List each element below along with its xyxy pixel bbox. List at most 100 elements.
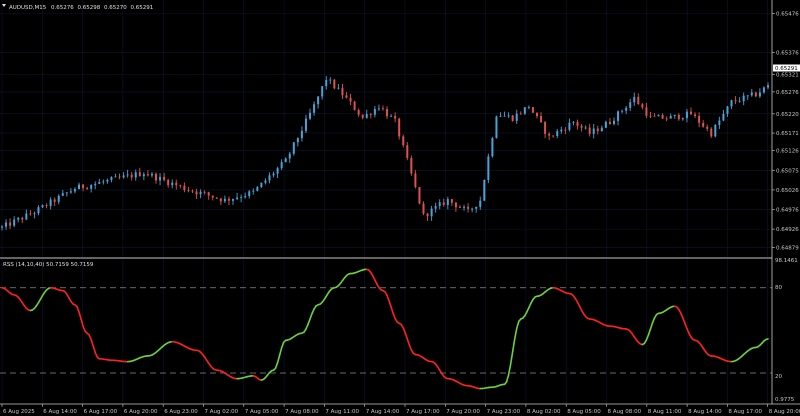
candle-body — [155, 173, 158, 181]
candle-body — [390, 116, 393, 117]
candle-body — [175, 182, 178, 186]
time-tick-label: 7 Aug 17:00 — [406, 409, 440, 415]
candle-body — [94, 183, 97, 186]
candle-body — [337, 87, 340, 89]
candle-body — [556, 131, 559, 137]
rss-level-upper-label: 80 — [775, 285, 782, 291]
candle-body — [146, 174, 149, 176]
candle-body — [730, 100, 733, 107]
candle-body — [483, 180, 486, 201]
candle-body — [106, 179, 109, 182]
candle-body — [304, 118, 307, 131]
candle-body — [134, 172, 137, 178]
candle-body — [681, 118, 684, 120]
candle-body — [491, 138, 494, 157]
candle-body — [576, 121, 579, 126]
candle-body — [345, 95, 348, 98]
time-tick-label: 6 Aug 20:00 — [124, 409, 158, 415]
candle-body — [57, 195, 60, 202]
rss-bottom-value: 0.9775 — [775, 397, 795, 403]
time-tick-label: 8 Aug 02:00 — [527, 409, 561, 415]
candle-body — [211, 195, 214, 198]
candle-body — [272, 173, 275, 176]
candle-body — [503, 115, 506, 117]
candle-body — [750, 92, 753, 96]
candle-body — [248, 191, 251, 197]
candle-body — [742, 95, 745, 102]
background — [0, 0, 800, 416]
candle-body — [467, 206, 470, 209]
candle-body — [264, 180, 267, 183]
candle-body — [677, 114, 680, 120]
candle-body — [349, 97, 352, 102]
candle-body — [377, 108, 380, 110]
candle-body — [442, 202, 445, 206]
time-tick-label: 8 Aug 20:00 — [769, 409, 800, 415]
candle-body — [535, 112, 538, 117]
candle-body — [252, 190, 255, 192]
candle-body — [625, 107, 628, 111]
price-tick-label: 0.64976 — [776, 208, 799, 214]
candle-body — [1, 226, 3, 228]
candle-body — [734, 100, 737, 102]
rss-top-value: 98.1461 — [775, 258, 798, 264]
candle-body — [673, 114, 676, 116]
price-tick-label: 0.65171 — [776, 131, 799, 137]
current-price-tag: 0.65291 — [773, 64, 800, 72]
candle-body — [179, 185, 182, 187]
candle-body — [227, 198, 230, 201]
candle-body — [333, 79, 336, 89]
candle-body — [78, 184, 81, 190]
candle-body — [203, 191, 206, 193]
candle-body — [61, 193, 64, 196]
candle-body — [767, 85, 769, 88]
candle-body — [572, 121, 575, 123]
candle-body — [219, 198, 222, 202]
candle-body — [223, 198, 226, 202]
candle-body — [511, 115, 514, 121]
candle-body — [90, 185, 93, 189]
price-tick-label: 0.65126 — [776, 149, 799, 155]
candle-body — [738, 101, 741, 103]
candle-body — [276, 168, 279, 174]
chart-canvas: 0.65476 0.65376 0.65321 0.65276 0.65220 0.651… — [0, 0, 800, 416]
time-tick-label: 7 Aug 02:00 — [205, 409, 239, 415]
price-tick-label: 0.64926 — [776, 227, 799, 233]
price-tick-label: 0.65276 — [776, 90, 799, 96]
candle-body — [215, 197, 218, 199]
time-tick-label: 6 Aug 14:00 — [43, 409, 77, 415]
candle-body — [341, 87, 344, 96]
candle-body — [167, 179, 170, 186]
price-tick-label: 0.65026 — [776, 188, 799, 194]
candle-body — [49, 199, 52, 206]
time-tick-label: 7 Aug 23:00 — [487, 409, 521, 415]
candle-body — [560, 129, 563, 132]
candle-body — [163, 176, 166, 180]
candle-body — [260, 182, 263, 188]
candle-body — [329, 79, 332, 81]
candle-body — [114, 176, 117, 178]
candle-body — [450, 199, 453, 203]
candle-body — [159, 176, 162, 181]
candle-body — [268, 175, 271, 181]
candle-body — [236, 197, 239, 200]
time-tick-label: 8 Aug 08:00 — [608, 409, 642, 415]
candle-body — [130, 174, 133, 178]
candle-body — [685, 111, 688, 119]
candle-body — [762, 87, 765, 93]
candle-body — [21, 217, 24, 220]
candle-body — [321, 86, 324, 97]
candle-body — [426, 213, 429, 217]
price-tick-label: 0.65220 — [776, 112, 799, 118]
time-tick-label: 8 Aug 05:00 — [567, 409, 601, 415]
candle-body — [126, 174, 129, 176]
price-tick-label: 0.65075 — [776, 169, 799, 175]
candle-body — [637, 96, 640, 105]
candle-body — [430, 208, 433, 217]
candle-body — [122, 175, 125, 178]
candle-body — [292, 142, 295, 154]
time-tick-label: 7 Aug 20:00 — [446, 409, 480, 415]
candle-body — [612, 120, 615, 124]
candle-body — [475, 206, 478, 209]
rss-indicator-label: RSS (14,10,40) 50.7159 50.7159 — [3, 262, 94, 268]
